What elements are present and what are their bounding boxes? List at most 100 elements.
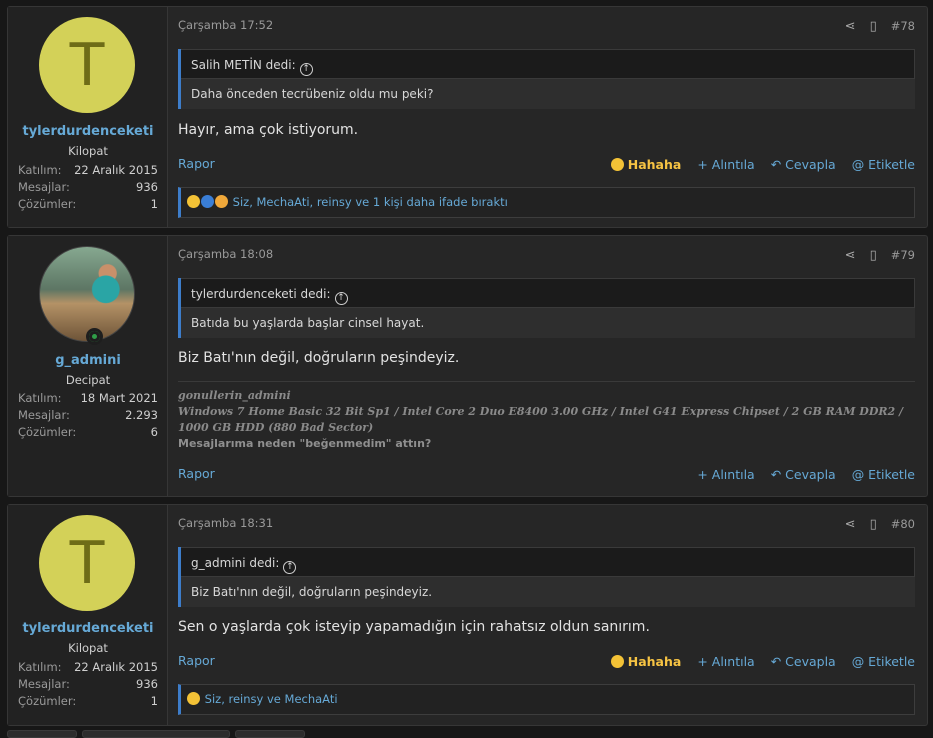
post-body: Çarşamba 18:31 ⋖ ▯ #80 g_admini dedi: ↑ B… <box>168 505 927 725</box>
reply-label: Cevapla <box>785 653 836 669</box>
avatar[interactable]: T <box>39 17 135 113</box>
report-link[interactable]: Rapor <box>178 653 215 669</box>
stat-value: 936 <box>136 180 158 194</box>
user-title: Kilopat <box>68 144 108 158</box>
post-number[interactable]: #79 <box>891 248 915 262</box>
signature: gonullerin_admini Windows 7 Home Basic 3… <box>178 381 915 452</box>
pagination-prev[interactable] <box>7 730 77 738</box>
reaction-button[interactable]: Hahaha <box>610 653 682 669</box>
share-icon[interactable]: ⋖ <box>845 19 856 34</box>
pagination-pages[interactable] <box>82 730 230 738</box>
bookmark-icon[interactable]: ▯ <box>870 19 877 34</box>
post-body: Çarşamba 17:52 ⋖ ▯ #78 Salih METİN dedi:… <box>168 7 927 227</box>
quote-author: Salih METİN dedi: <box>191 58 296 72</box>
stat-label: Mesajlar: <box>18 180 70 194</box>
arrow-up-icon[interactable]: ↑ <box>299 63 313 76</box>
quote-block: Salih METİN dedi: ↑ Daha önceden tecrüben… <box>178 49 915 109</box>
stat-value: 18 Mart 2021 <box>80 391 158 405</box>
stat-value: 22 Aralık 2015 <box>74 163 158 177</box>
reactions-bar[interactable]: Siz, MechaAti, reinsy ve 1 kişi daha ifa… <box>178 187 915 218</box>
reactions-text[interactable]: Siz, reinsy ve MechaAti <box>205 692 338 706</box>
report-link[interactable]: Rapor <box>178 156 215 172</box>
quote-header[interactable]: Salih METİN dedi: ↑ <box>181 49 915 79</box>
reply-icon: ↶ <box>770 466 786 482</box>
share-icon[interactable]: ⋖ <box>845 517 856 532</box>
reactions-text[interactable]: Siz, MechaAti, reinsy ve 1 kişi daha ifa… <box>233 195 508 209</box>
laughing-emoji-icon <box>187 195 200 208</box>
stat-label: Mesajlar: <box>18 677 70 691</box>
reply-label: Cevapla <box>785 156 836 172</box>
bookmark-icon[interactable]: ▯ <box>870 517 877 532</box>
stat-label: Katılım: <box>18 391 62 405</box>
tag-button[interactable]: @ Etiketle <box>852 157 915 172</box>
username[interactable]: tylerdurdenceketi <box>8 124 168 139</box>
post-79: g_admini Decipat Katılım: 18 Mart 2021 Me… <box>7 235 928 497</box>
quote-header[interactable]: tylerdurdenceketi dedi: ↑ <box>181 278 915 308</box>
signature-note: Mesajlarıma neden "beğenmedim" attın? <box>178 437 432 450</box>
post-date[interactable]: Çarşamba 17:52 <box>178 18 273 34</box>
quote-author: tylerdurdenceketi dedi: <box>191 287 331 301</box>
avatar[interactable] <box>39 246 135 342</box>
reactions-bar[interactable]: Siz, reinsy ve MechaAti <box>178 684 915 715</box>
username[interactable]: tylerdurdenceketi <box>8 621 168 636</box>
quote-header[interactable]: g_admini dedi: ↑ <box>181 547 915 577</box>
arrow-up-icon[interactable]: ↑ <box>334 292 348 305</box>
post-actions: Rapor Hahaha + Alıntıla ↶ Cevapla @ Etik… <box>178 653 915 669</box>
reply-button[interactable]: ↶ Cevapla <box>771 157 836 172</box>
message-text: Sen o yaşlarda çok isteyip yapamadığın i… <box>178 619 650 635</box>
laughing-emoji-icon <box>610 157 624 171</box>
report-link[interactable]: Rapor <box>178 466 215 482</box>
arrow-up-icon[interactable]: ↑ <box>283 561 297 574</box>
online-status-icon <box>86 328 103 345</box>
post-meta: Çarşamba 18:08 ⋖ ▯ #79 <box>178 247 915 263</box>
post-date[interactable]: Çarşamba 18:08 <box>178 247 273 263</box>
stat-label: Çözümler: <box>18 694 77 708</box>
stat-label: Katılım: <box>18 163 62 177</box>
like-emoji-icon <box>201 195 214 208</box>
post-actions: Rapor + Alıntıla ↶ Cevapla @ Etiketle <box>178 466 915 482</box>
pagination-next[interactable] <box>235 730 305 738</box>
post-80: T tylerdurdenceketi Kilopat Katılım: 22 A… <box>7 504 928 726</box>
post-78: T tylerdurdenceketi Kilopat Katılım: 22 A… <box>7 6 928 228</box>
quote-text: Biz Batı'nın değil, doğruların peşindeyi… <box>191 585 433 599</box>
post-number[interactable]: #80 <box>891 517 915 531</box>
username[interactable]: g_admini <box>8 353 168 368</box>
stat-value: 1 <box>150 694 158 708</box>
message-text: Hayır, ama çok istiyorum. <box>178 122 359 138</box>
laughing-emoji-icon <box>187 692 200 705</box>
post-date[interactable]: Çarşamba 18:31 <box>178 516 273 532</box>
reply-button[interactable]: ↶ Cevapla <box>771 654 836 669</box>
quote-block: tylerdurdenceketi dedi: ↑ Batıda bu yaşla… <box>178 278 915 338</box>
share-icon[interactable]: ⋖ <box>845 248 856 263</box>
avatar[interactable]: T <box>39 515 135 611</box>
stat-label: Çözümler: <box>18 197 77 211</box>
tag-button[interactable]: @ Etiketle <box>852 654 915 669</box>
quote-author: g_admini dedi: <box>191 556 280 570</box>
quote-block: g_admini dedi: ↑ Biz Batı'nın değil, doğr… <box>178 547 915 607</box>
laughing-emoji-icon <box>610 654 624 668</box>
bookmark-icon[interactable]: ▯ <box>870 248 877 263</box>
quote-text: Batıda bu yaşlarda başlar cinsel hayat. <box>191 316 425 330</box>
quote-text: Daha önceden tecrübeniz oldu mu peki? <box>191 87 434 101</box>
post-actions: Rapor Hahaha + Alıntıla ↶ Cevapla @ Etik… <box>178 156 915 172</box>
reaction-label: Hahaha <box>627 653 682 669</box>
reply-icon: ↶ <box>770 156 786 172</box>
post-meta: Çarşamba 17:52 ⋖ ▯ #78 <box>178 18 915 34</box>
reply-icon: ↶ <box>770 653 786 669</box>
reaction-label: Hahaha <box>627 156 682 172</box>
quote-button[interactable]: + Alıntıla <box>697 654 754 669</box>
reply-button[interactable]: ↶ Cevapla <box>771 467 836 482</box>
signature-specs: Windows 7 Home Basic 32 Bit Sp1 / Intel … <box>178 405 904 434</box>
stat-value: 936 <box>136 677 158 691</box>
stat-label: Çözümler: <box>18 425 77 439</box>
quote-button[interactable]: + Alıntıla <box>697 157 754 172</box>
quote-button[interactable]: + Alıntıla <box>697 467 754 482</box>
stat-value: 22 Aralık 2015 <box>74 660 158 674</box>
stat-value: 6 <box>150 425 158 439</box>
reaction-button[interactable]: Hahaha <box>610 156 682 172</box>
thinking-emoji-icon <box>215 195 228 208</box>
post-number[interactable]: #78 <box>891 19 915 33</box>
user-stats: Katılım: 22 Aralık 2015 Mesajlar: 936 Çözü… <box>18 659 158 710</box>
tag-button[interactable]: @ Etiketle <box>852 467 915 482</box>
stat-label: Katılım: <box>18 660 62 674</box>
